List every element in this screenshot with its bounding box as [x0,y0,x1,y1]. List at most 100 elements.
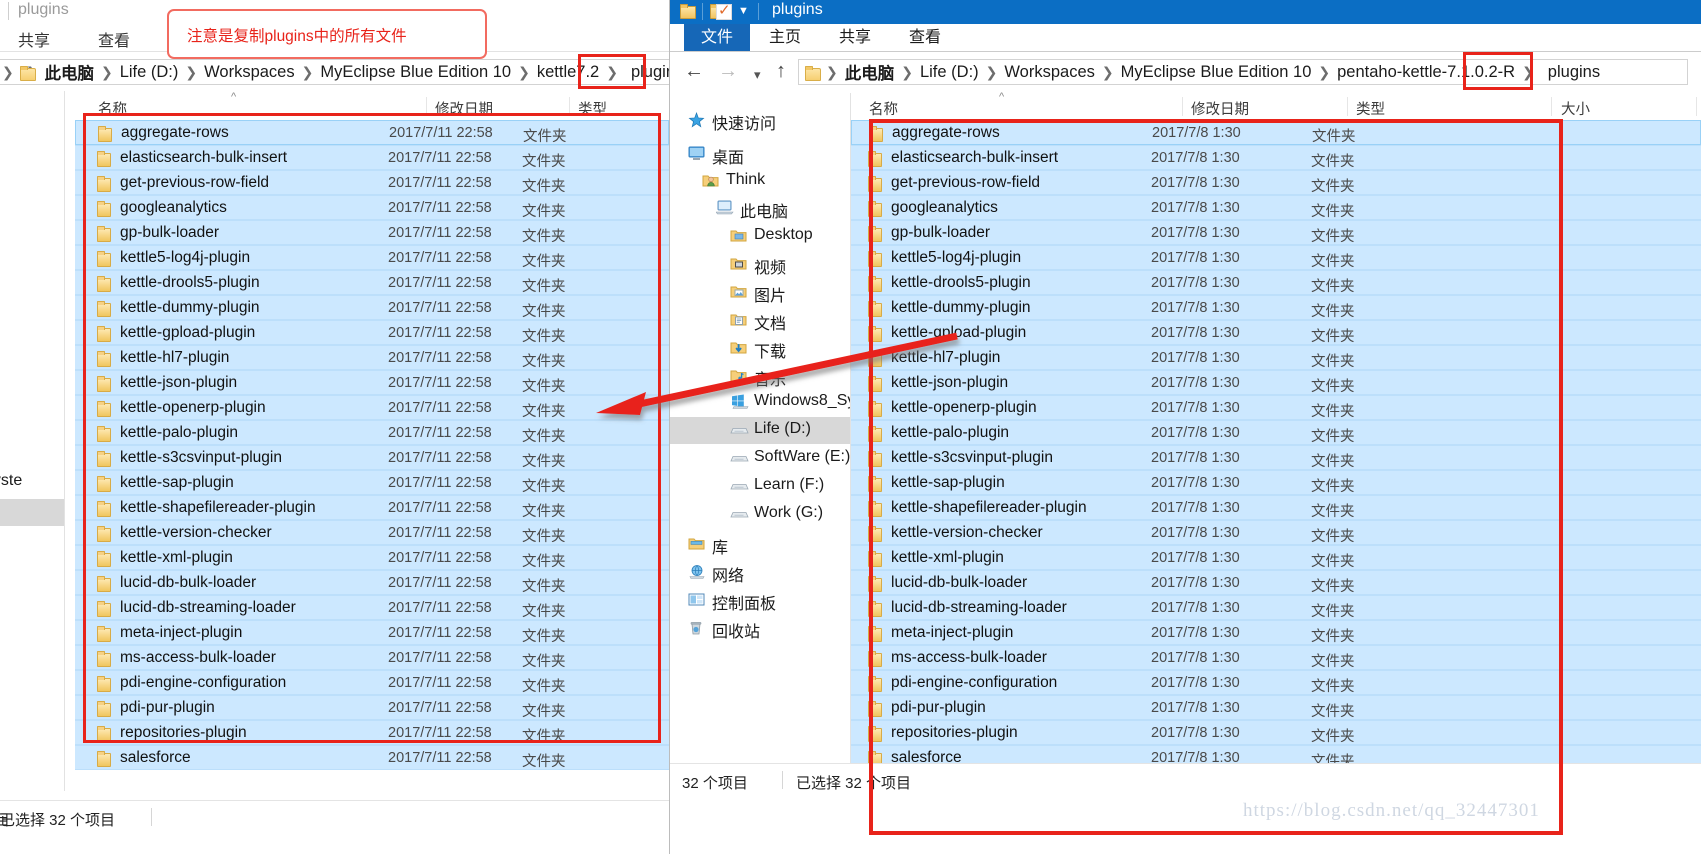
right-column-size[interactable]: 大小 [1561,98,1590,119]
right-column-name[interactable]: 名称 [869,98,898,119]
up-button-icon[interactable]: ↑ [776,61,786,81]
right-ribbon-divider [670,51,1701,52]
left-nav-item-2[interactable]: :) [0,499,64,526]
annotation-arrow [596,332,958,415]
nav-item-label: Work (G:) [754,504,824,521]
right-tab-home[interactable]: 主页 [752,24,818,52]
left-navigation-pane[interactable]: op ows8_Syste :) are (E:) (F:) (G:) [0,91,64,791]
nav-item-[interactable]: 视频 [670,251,850,278]
left-tab-view[interactable]: 查看 [98,27,130,51]
annotation-callout: 注意是复制plugins中的所有文件 [167,9,487,59]
nav-item-label: 回收站 [712,624,761,641]
folder-icon [805,65,821,81]
left-breadcrumb[interactable]: ❯ ❯ 此电脑 ❯ Life (D:) ❯ Workspaces ❯ MyEcl… [0,59,669,85]
left-tab-share[interactable]: 共享 [18,27,50,51]
left-nav-item-1[interactable]: ows8_Syste [0,472,22,499]
nav-item-label: 视频 [754,260,787,277]
breadcrumb-item-workspaces[interactable]: Workspaces [1001,63,1097,82]
nav-item-[interactable]: 库 [670,531,850,558]
right-navigation-pane[interactable]: 快速访问 桌面 Think 此电脑 Desktop 视频 图片 文档 下载 音乐 Windows8_… [670,93,877,763]
control-panel-icon [688,592,707,608]
sort-ascending-icon: ^ [999,91,1005,103]
nav-item-label: 库 [712,540,729,557]
quick-access-separator [758,3,759,20]
nav-item-[interactable]: 桌面 [670,141,850,168]
right-column-headers[interactable]: ^ 名称 修改日期 类型 大小 [851,91,1701,121]
nav-item-label: Desktop [754,226,813,243]
breadcrumb-chevron-icon: ❯ [985,63,998,80]
column-divider[interactable] [1696,97,1697,116]
forward-button-icon[interactable]: → [718,61,738,81]
right-breadcrumb[interactable]: ❯ 此电脑 ❯ Life (D:) ❯ Workspaces ❯ MyEclip… [798,59,1688,85]
nav-item-label: 图片 [754,288,787,305]
breadcrumb-item-myeclipse[interactable]: MyEclipse Blue Edition 10 [317,63,514,82]
nav-item-[interactable]: 网络 [670,559,850,586]
quick-access-folder-icon[interactable] [680,4,696,19]
breadcrumb-chevron-icon: ❯ [1101,63,1114,80]
breadcrumb-chevron-icon: ❯ [301,63,314,80]
nav-item-[interactable]: 回收站 [670,615,850,642]
nav-item-[interactable]: 此电脑 [670,195,850,222]
breadcrumb-item-life-d[interactable]: Life (D:) [117,63,182,82]
annotation-box-left-plugins-crumb [578,54,646,89]
right-window-title: plugins [772,1,823,18]
right-ribbon-tabs[interactable]: 文件 主页 共享 查看 [670,24,1701,52]
nav-item-label: Think [726,171,766,188]
network-icon [688,564,707,580]
chevron-down-icon[interactable]: ▼ [738,5,749,17]
right-window-titlebar[interactable]: ✓ ▼ plugins [670,0,1701,24]
right-column-type[interactable]: 类型 [1356,98,1385,119]
drive-icon [730,478,749,494]
left-status-selected-count: 已选择 32 个项目 [0,812,116,829]
breadcrumb-chevron-icon: ❯ [826,63,838,80]
breadcrumb-chevron-icon: ❯ [1318,63,1331,80]
nav-item-think[interactable]: Think [670,168,850,195]
desktop-icon [688,146,707,162]
breadcrumb-item-workspaces[interactable]: Workspaces [201,63,297,82]
csdn-watermark: https://blog.csdn.net/qq_32447301 [1243,800,1540,821]
right-tab-view[interactable]: 查看 [892,24,958,52]
quick-access-separator [702,3,703,20]
nav-item-[interactable]: 控制面板 [670,587,850,614]
breadcrumb-item-myeclipse[interactable]: MyEclipse Blue Edition 10 [1118,63,1315,82]
right-column-date[interactable]: 修改日期 [1191,98,1249,119]
nav-item-[interactable]: 快速访问 [670,107,850,134]
quick-access-properties-icon[interactable]: ✓ [716,2,732,20]
pictures-folder-icon [730,284,749,300]
nav-item-work-g[interactable]: Work (G:) [670,501,850,528]
nav-item-label: SoftWare (E:) [754,448,851,465]
nav-item-label: 此电脑 [740,204,789,221]
recycle-bin-icon [688,620,707,636]
right-address-bar[interactable]: ← → ▾ ↑ ❯ 此电脑 ❯ Life (D:) ❯ Workspaces ❯… [670,53,1701,91]
breadcrumb-item-plugins[interactable]: plugins [1538,63,1610,82]
right-tab-share[interactable]: 共享 [822,24,888,52]
nav-item-software-e[interactable]: SoftWare (E:) [670,445,850,472]
videos-folder-icon [730,256,749,272]
nav-item-label: 快速访问 [712,116,777,133]
right-tab-file[interactable]: 文件 [684,24,750,52]
annotation-box-right-plugins-crumb [1463,52,1533,90]
right-status-item-count: 32 个项目 [682,775,748,792]
status-separator [782,771,783,789]
nav-item-desktop[interactable]: Desktop [670,223,850,250]
breadcrumb-item-this-pc[interactable]: 此电脑 [41,60,97,84]
breadcrumb-chevron-icon: ❯ [518,63,530,80]
table-row[interactable]: salesforce 2017/7/11 22:58 文件夹 [75,745,669,770]
breadcrumb-chevron-icon: ❯ [2,63,14,80]
column-divider[interactable] [1182,97,1183,116]
sort-ascending-icon: ^ [231,91,237,103]
breadcrumb-chevron-icon: ❯ [185,63,198,80]
this-pc-icon [715,200,735,216]
nav-item-[interactable]: 图片 [670,279,850,306]
recent-locations-chevron-icon[interactable]: ▾ [754,65,761,85]
nav-item-learn-f[interactable]: Learn (F:) [670,473,850,500]
column-divider[interactable] [1551,97,1552,116]
nav-item-label: 网络 [712,568,745,585]
nav-item-label: 桌面 [712,150,745,167]
annotation-box-left-filelist [83,113,661,743]
column-divider[interactable] [1347,97,1348,116]
breadcrumb-item-life-d[interactable]: Life (D:) [917,63,982,82]
back-button-icon[interactable]: ← [684,61,704,81]
drive-icon [730,506,749,522]
breadcrumb-item-this-pc[interactable]: 此电脑 [842,60,898,84]
